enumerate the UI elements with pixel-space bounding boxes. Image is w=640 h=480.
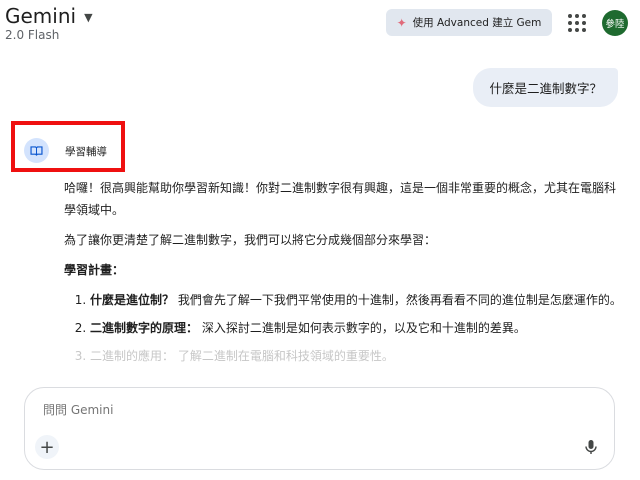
bot-response: 哈囉！很高興能幫助你學習新知識！你對二進制數字很有興趣，這是一個非常重要的概念，… bbox=[64, 177, 624, 373]
list-item-text: 深入探討二進制是如何表示數字的，以及它和十進制的差異。 bbox=[198, 321, 526, 335]
model-switcher[interactable]: Gemini ▼ bbox=[5, 4, 93, 28]
upgrade-gem-button[interactable]: ✦ 使用 Advanced 建立 Gem bbox=[386, 9, 552, 36]
app-title: Gemini bbox=[5, 4, 77, 28]
microphone-icon[interactable] bbox=[582, 438, 600, 456]
add-button[interactable]: + bbox=[35, 435, 59, 459]
list-item: 二進制數字的原理： 深入探討二進制是如何表示數字的，以及它和十進制的差異。 bbox=[90, 317, 624, 339]
avatar[interactable]: 參陸 bbox=[602, 10, 628, 36]
list-item-text: 了解二進制在電腦和科技領域的重要性。 bbox=[174, 349, 394, 363]
plus-icon: + bbox=[39, 436, 55, 458]
model-name: 2.0 Flash bbox=[5, 28, 60, 42]
list-item: 二進制的應用： 了解二進制在電腦和科技領域的重要性。 bbox=[90, 345, 624, 367]
list-item-title: 二進制的應用： bbox=[90, 349, 175, 363]
response-paragraph: 哈囉！很高興能幫助你學習新知識！你對二進制數字很有興趣，這是一個非常重要的概念，… bbox=[64, 181, 617, 217]
apps-grid-icon[interactable] bbox=[568, 14, 586, 32]
response-paragraph: 為了讓你更清楚了解二進制數字，我們可以將它分成幾個部分來學習： bbox=[64, 233, 437, 247]
list-item: 什麼是進位制？ 我們會先了解一下我們平常使用的十進制，然後再看看不同的進位制是怎… bbox=[90, 289, 624, 311]
book-icon bbox=[30, 145, 43, 156]
user-message: 什麼是二進制數字？ bbox=[473, 68, 618, 107]
upgrade-gem-label: 使用 Advanced 建立 Gem bbox=[412, 17, 542, 29]
chevron-down-icon: ▼ bbox=[84, 10, 93, 24]
gem-name: 學習輔導 bbox=[65, 146, 107, 158]
sparkle-icon: ✦ bbox=[396, 15, 407, 30]
plan-list: 什麼是進位制？ 我們會先了解一下我們平常使用的十進制，然後再看看不同的進位制是怎… bbox=[64, 289, 624, 367]
prompt-box: + bbox=[24, 387, 615, 470]
gem-avatar bbox=[24, 138, 49, 163]
plan-heading: 學習計畫： bbox=[64, 263, 125, 277]
prompt-input[interactable] bbox=[41, 402, 585, 418]
list-item-title: 什麼是進位制？ bbox=[90, 293, 175, 307]
list-item-title: 二進制數字的原理： bbox=[90, 321, 199, 335]
list-item-text: 我們會先了解一下我們平常使用的十進制，然後再看看不同的進位制是怎麼運作的。 bbox=[174, 293, 622, 307]
